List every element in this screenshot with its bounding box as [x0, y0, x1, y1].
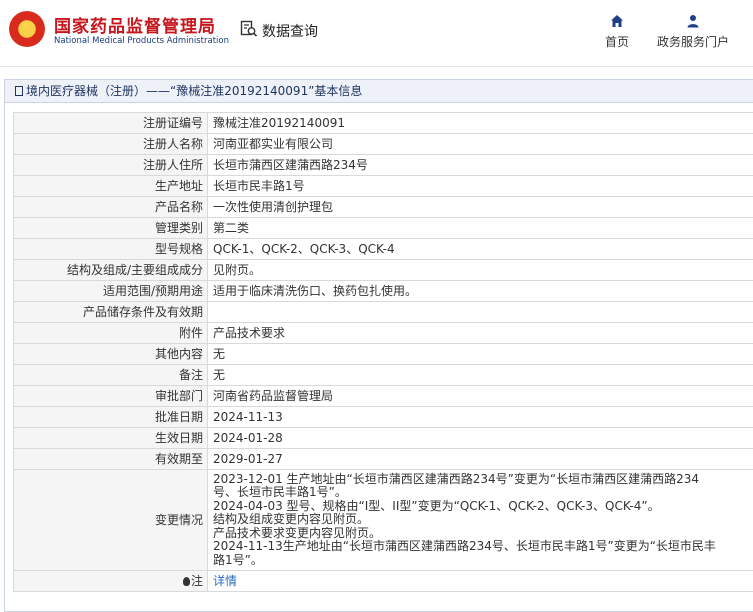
info-panel: 境内医疗器械（注册）——“豫械注准20192140091”基本信息 注册证编号豫… — [4, 79, 753, 612]
row-value: 产品技术要求 — [207, 322, 753, 344]
table-row: 生效日期 2024-01-28 — [13, 427, 753, 449]
data-search-icon[interactable] — [240, 20, 258, 38]
row-value — [207, 301, 753, 323]
user-icon — [687, 15, 699, 28]
site-header: 国家药品监督管理局 National Medical Products Admi… — [0, 0, 753, 68]
table-row: 生产地址 长垣市民丰路1号 — [13, 175, 753, 197]
details-link[interactable]: 详情 — [213, 574, 237, 588]
row-label: 有效期至 — [13, 448, 208, 470]
change-line: 2024-11-13生产地址由“长垣市蒲西区建蒲西路234号、长垣市民丰路1号”… — [213, 539, 716, 554]
row-value: 适用于临床清洗伤口、换药包扎使用。 — [207, 280, 753, 302]
brand-name-cn: 国家药品监督管理局 — [54, 17, 216, 37]
row-value: 一次性使用清创护理包 — [207, 196, 753, 218]
row-label: 型号规格 — [13, 238, 208, 260]
row-value: 见附页。 — [207, 259, 753, 281]
table-row: 产品名称 一次性使用清创护理包 — [13, 196, 753, 218]
document-icon — [15, 86, 23, 96]
row-label: 适用范围/预期用途 — [13, 280, 208, 302]
note-label-cell: 注 — [13, 570, 208, 592]
row-value: 第二类 — [207, 217, 753, 239]
header-divider — [0, 66, 753, 67]
row-value: QCK-1、QCK-2、QCK-3、QCK-4 — [207, 238, 753, 260]
nav-home-label: 首页 — [604, 35, 629, 49]
table-row: 审批部门 河南省药品监督管理局 — [13, 385, 753, 407]
row-value: 河南省药品监督管理局 — [207, 385, 753, 407]
change-history-value: 2023-12-01 生产地址由“长垣市蒲西区建蒲西路234号”变更为“长垣市蒲… — [207, 469, 753, 571]
row-value: 长垣市民丰路1号 — [207, 175, 753, 197]
nav-service-label: 政务服务门户 — [656, 35, 729, 49]
table-row: 型号规格 QCK-1、QCK-2、QCK-3、QCK-4 — [13, 238, 753, 260]
table-row: 适用范围/预期用途 适用于临床清洗伤口、换药包扎使用。 — [13, 280, 753, 302]
table-row: 产品储存条件及有效期 — [13, 301, 753, 323]
row-label: 生产地址 — [13, 175, 208, 197]
row-label: 生效日期 — [13, 427, 208, 449]
row-label: 产品名称 — [13, 196, 208, 218]
table-row: 附件 产品技术要求 — [13, 322, 753, 344]
table-row: 注册人住所 长垣市蒲西区建蒲西路234号 — [13, 154, 753, 176]
registration-info-table: 注册证编号 豫械注准20192140091 注册人名称 河南亚都实业有限公司 注册人… — [13, 112, 753, 592]
row-label: 注册证编号 — [13, 112, 208, 134]
row-value: 豫械注准20192140091 — [207, 112, 753, 134]
note-row: 注 详情 — [13, 570, 753, 592]
change-history-row: 变更情况 2023-12-01 生产地址由“长垣市蒲西区建蒲西路234号”变更为… — [13, 469, 753, 571]
row-label: 结构及组成/主要组成成分 — [13, 259, 208, 281]
row-value: 河南亚都实业有限公司 — [207, 133, 753, 155]
row-label: 管理类别 — [13, 217, 208, 239]
table-row: 管理类别 第二类 — [13, 217, 753, 239]
panel-title: 境内医疗器械（注册）——“豫械注准20192140091”基本信息 — [5, 80, 753, 103]
row-value: 2029-01-27 — [207, 448, 753, 470]
brand-name-en: National Medical Products Administration — [54, 36, 229, 46]
table-row: 结构及组成/主要组成成分 见附页。 — [13, 259, 753, 281]
row-value: 2024-11-13 — [207, 406, 753, 428]
national-emblem-logo — [9, 11, 45, 47]
nav-home[interactable]: 首页 — [600, 14, 634, 50]
nav-service-portal[interactable]: 政务服务门户 — [655, 14, 731, 50]
row-value: 2024-01-28 — [207, 427, 753, 449]
table-row: 备注无 — [13, 364, 753, 386]
row-label: 批准日期 — [13, 406, 208, 428]
row-label: 注册人住所 — [13, 154, 208, 176]
row-label: 注册人名称 — [13, 133, 208, 155]
table-row: 注册人名称 河南亚都实业有限公司 — [13, 133, 753, 155]
row-value: 长垣市蒲西区建蒲西路234号 — [207, 154, 753, 176]
change-line: 结构及组成变更内容见附页。 — [213, 512, 370, 527]
row-label: 其他内容 — [13, 343, 208, 365]
table-row: 注册证编号 豫械注准20192140091 — [13, 112, 753, 134]
table-row: 其他内容无 — [13, 343, 753, 365]
change-line: 号、长垣市民丰路1号”。 — [213, 485, 347, 500]
table-row: 批准日期 2024-11-13 — [13, 406, 753, 428]
panel-title-text: 境内医疗器械（注册）——“豫械注准20192140091”基本信息 — [26, 84, 363, 98]
row-label: 备注 — [13, 364, 208, 386]
note-value: 详情 — [207, 570, 753, 592]
row-label: 产品储存条件及有效期 — [13, 301, 208, 323]
home-icon — [611, 15, 623, 27]
change-history-label: 变更情况 — [13, 469, 208, 571]
note-label: 注 — [190, 574, 203, 588]
row-label: 审批部门 — [13, 385, 208, 407]
change-line: 路1号”。 — [213, 552, 263, 567]
data-search-link[interactable]: 数据查询 — [262, 21, 318, 41]
row-value: 无 — [207, 343, 753, 365]
row-value: 无 — [207, 364, 753, 386]
lightbulb-icon — [182, 577, 190, 586]
row-label: 附件 — [13, 322, 208, 344]
table-row: 有效期至 2029-01-27 — [13, 448, 753, 470]
